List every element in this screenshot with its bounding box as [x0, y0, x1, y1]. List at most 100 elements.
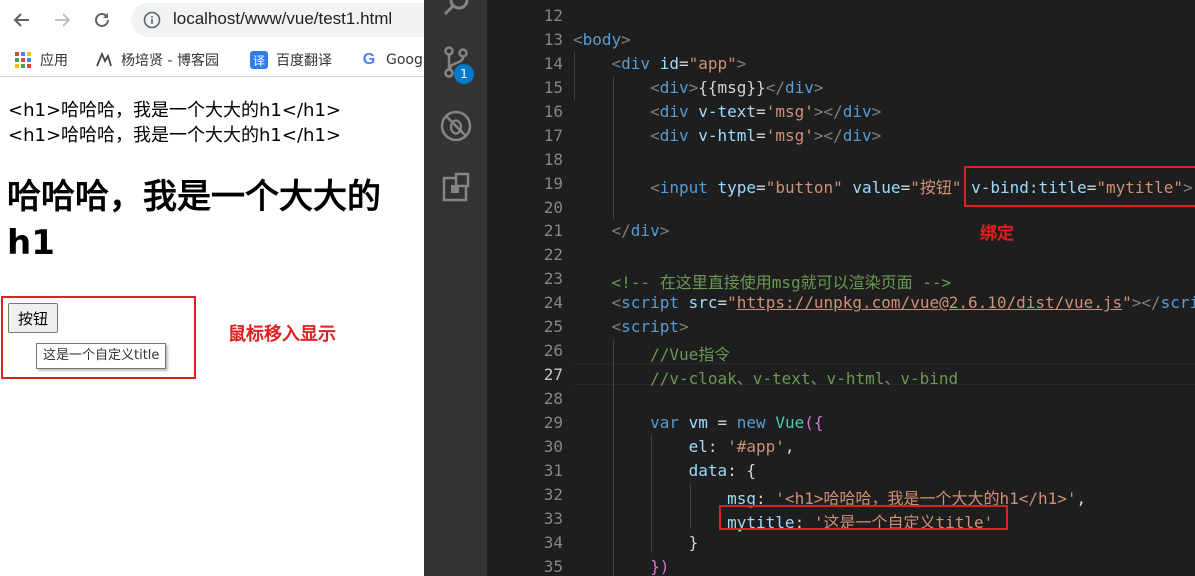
- code-token: =: [756, 101, 766, 121]
- activity-bar: 1: [424, 0, 487, 576]
- code-token: =: [707, 412, 737, 432]
- forward-arrow-icon[interactable]: [48, 6, 76, 34]
- bookmark-label: 百度翻译: [276, 53, 332, 69]
- info-icon[interactable]: [143, 11, 161, 29]
- bind-annotation: 绑定: [980, 224, 1014, 244]
- line-number: 17: [543, 125, 563, 145]
- code-token: 'msg': [765, 101, 814, 121]
- code-token: <: [650, 77, 660, 97]
- v-html-heading: 哈哈哈，我是一个大大的h1: [7, 177, 381, 263]
- line-number: 34: [543, 532, 563, 552]
- page-content: <h1>哈哈哈，我是一个大大的h1</h1> <h1>哈哈哈，我是一个大大的h1…: [0, 78, 424, 576]
- code-line: <!-- 在这里直接使用msg就可以渲染页面 -->: [573, 269, 952, 293]
- interpolated-text: <h1>哈哈哈，我是一个大大的h1</h1>: [8, 100, 341, 121]
- code-token: ,: [784, 436, 795, 456]
- debug-icon[interactable]: [438, 108, 474, 144]
- line-number: 20: [543, 197, 563, 217]
- code-token: div: [659, 125, 689, 145]
- code-token: >: [678, 317, 689, 337]
- code-token: <: [611, 53, 622, 73]
- code-token: >: [813, 77, 824, 97]
- code-token: =: [717, 293, 728, 313]
- line-number: 26: [543, 341, 563, 361]
- line-number: 16: [543, 101, 563, 121]
- code-line: el: '#app',: [573, 437, 795, 456]
- search-icon[interactable]: [438, 0, 474, 22]
- hover-annotation: 鼠标移入显示: [228, 324, 336, 345]
- code-token: new: [736, 412, 766, 432]
- scm-badge: 1: [454, 64, 474, 84]
- address-bar[interactable]: localhost/www/vue/test1.html: [131, 3, 424, 37]
- line-number: 30: [543, 436, 563, 456]
- extensions-icon[interactable]: [438, 170, 474, 206]
- code-line: <script>: [573, 317, 689, 336]
- line-number: 18: [543, 149, 563, 169]
- title-tooltip: 这是一个自定义title: [36, 343, 167, 369]
- code-token: }): [650, 556, 670, 576]
- editor-pane[interactable]: 12 13 <body> 14 <div id="app"> 15 <div>{{msg…: [487, 0, 1195, 576]
- code-token: //Vue指令: [650, 345, 731, 365]
- code-token: v-text: [698, 101, 757, 121]
- code-token: v-html: [698, 125, 757, 145]
- code-token: >: [688, 77, 699, 97]
- cnblogs-icon: [95, 51, 113, 69]
- back-arrow-icon[interactable]: [8, 6, 36, 34]
- code-token: 'msg': [765, 125, 814, 145]
- code-token: >: [871, 125, 882, 145]
- code-token: var: [650, 412, 679, 432]
- bookmark-baidu-translate[interactable]: 译 百度翻译: [250, 50, 332, 70]
- code-line: <body>: [573, 30, 631, 49]
- bookmark-google[interactable]: G Goog: [360, 50, 423, 70]
- code-token: div: [842, 125, 872, 145]
- code-editor-window: 1 12 13 <body> 14 <div id="app"> 15 <div>{{m…: [424, 0, 1195, 576]
- bookmark-cnblogs[interactable]: 杨培贤 - 博客园: [95, 50, 219, 70]
- demo-button[interactable]: 按钮: [8, 303, 59, 333]
- line-number: 15: [543, 77, 563, 97]
- code-token: =: [756, 125, 766, 145]
- line-number: 28: [543, 389, 563, 409]
- code-token: Vue: [775, 412, 805, 432]
- bookmark-apps[interactable]: 应用: [14, 50, 68, 70]
- code-token: div: [630, 221, 660, 241]
- line-number: 12: [543, 6, 563, 25]
- apps-grid-icon: [14, 51, 32, 69]
- code-token: el: [688, 436, 708, 456]
- bookmark-label: 杨培贤 - 博客园: [121, 53, 219, 69]
- code-line: <div id="app">: [573, 53, 747, 73]
- code-token: {{msg}}: [698, 77, 766, 97]
- bookmarks-bar: 应用 杨培贤 - 博客园 译 百度翻译 G Goog: [0, 44, 424, 77]
- code-token: >: [621, 29, 631, 49]
- code-token: : {: [727, 460, 757, 480]
- code-line: //Vue指令: [573, 341, 730, 365]
- code-line: data: {: [573, 461, 756, 480]
- code-line: }: [573, 533, 699, 552]
- google-icon: G: [362, 51, 376, 68]
- code-token: >: [736, 53, 747, 73]
- code-token: ></: [1131, 293, 1161, 313]
- code-token: ,: [1076, 488, 1087, 508]
- indent-guide: [613, 76, 614, 220]
- code-token: <!-- 在这里直接使用msg就可以渲染页面 -->: [611, 273, 952, 293]
- line-number: 31: [543, 460, 563, 480]
- code-line: <div v-html='msg'></div>: [573, 126, 881, 145]
- code-token: </: [611, 221, 631, 241]
- line-number: 19: [543, 173, 563, 193]
- code-token: ": [727, 293, 737, 313]
- code-token: =: [678, 53, 689, 73]
- reload-icon[interactable]: [88, 6, 116, 34]
- line-number: 24: [543, 293, 563, 313]
- code-token: data: [688, 460, 728, 480]
- code-token: >: [659, 221, 670, 241]
